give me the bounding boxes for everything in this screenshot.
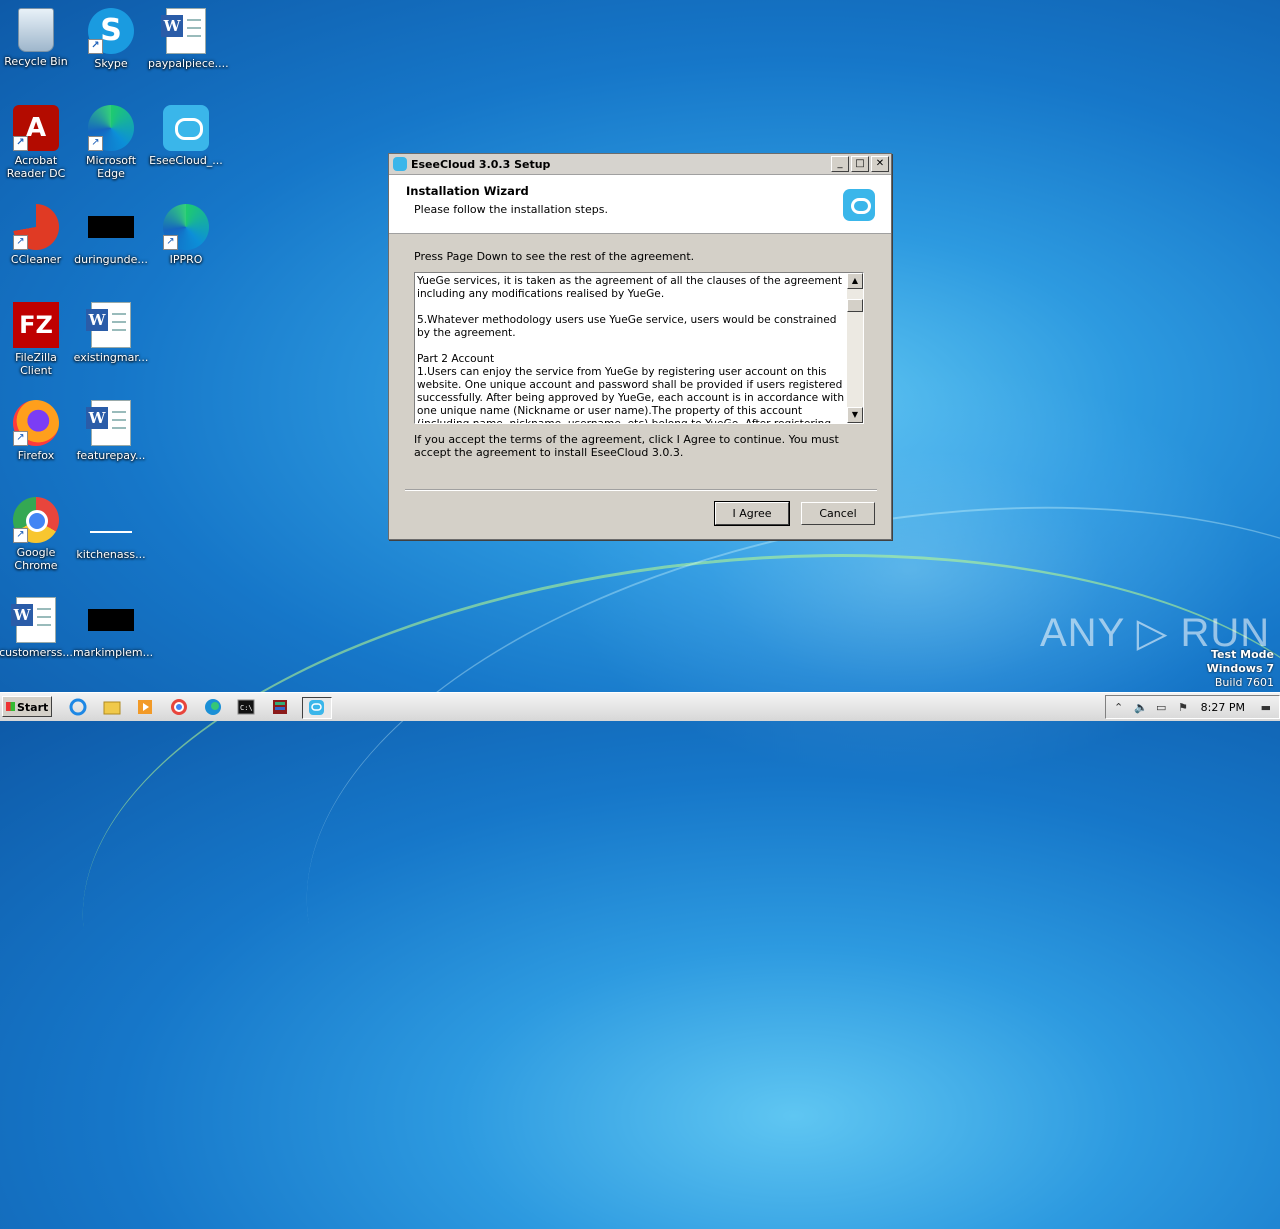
blank-file-icon [88, 609, 134, 631]
acrobat-icon: A ↗ [13, 105, 59, 151]
show-hidden-icons-icon[interactable]: ⌃ [1114, 701, 1123, 714]
edge-taskbar-icon[interactable] [203, 697, 225, 717]
eseecloud-logo-icon [843, 189, 875, 221]
taskbar: Start C:\ ⌃ 🔈 ▭ ⚑ 8:27 PM ▬ [0, 692, 1280, 721]
license-textbox[interactable]: YueGe services, it is taken as the agree… [414, 272, 864, 424]
desktop-icon-duringunde[interactable]: duringunde... [73, 204, 149, 266]
blank-file-icon [88, 216, 134, 238]
desktop-icon-skype[interactable]: S ↗ Skype [73, 8, 149, 70]
word-document-icon: W [86, 400, 131, 446]
desktop-icon-paypalpiece[interactable]: W paypalpiece.... [148, 8, 229, 70]
cancel-button[interactable]: Cancel [801, 502, 875, 525]
license-text: YueGe services, it is taken as the agree… [417, 275, 845, 424]
cmd-icon[interactable]: C:\ [236, 697, 258, 717]
desktop-icon-ccleaner[interactable]: ↗ CCleaner [0, 204, 74, 266]
system-tray: ⌃ 🔈 ▭ ⚑ 8:27 PM ▬ [1105, 695, 1280, 719]
instruction-text: Press Page Down to see the rest of the a… [414, 250, 695, 263]
scroll-down-icon[interactable]: ▼ [847, 407, 863, 423]
shortcut-arrow-icon: ↗ [13, 528, 28, 543]
close-button[interactable]: ✕ [871, 156, 889, 172]
shortcut-arrow-icon: ↗ [13, 431, 28, 446]
desktop-icon-featurepay[interactable]: W featurepay... [73, 400, 149, 462]
scroll-thumb[interactable] [847, 299, 863, 312]
scroll-up-icon[interactable]: ▲ [847, 273, 863, 289]
eseecloud-icon [163, 105, 209, 151]
chrome-icon: ↗ [13, 497, 59, 543]
eseecloud-app-icon [393, 157, 407, 171]
skype-icon: S ↗ [88, 8, 134, 54]
shortcut-arrow-icon: ↗ [163, 235, 178, 250]
word-document-icon: W [86, 302, 131, 348]
window-titlebar[interactable]: EseeCloud 3.0.3 Setup _ □ ✕ [389, 154, 891, 175]
filezilla-icon: FZ [13, 302, 59, 348]
desktop-icon-recycle-bin[interactable]: Recycle Bin [0, 8, 74, 68]
desktop-icon-eseecloud[interactable]: EseeCloud_... [148, 105, 224, 167]
clock[interactable]: 8:27 PM [1201, 701, 1245, 714]
desktop-icon-ippro[interactable]: ↗ IPPRO [148, 204, 224, 266]
shortcut-arrow-icon: ↗ [88, 136, 103, 151]
svg-text:C:\: C:\ [240, 704, 253, 712]
desktop-icon-markimplem[interactable]: markimplem... [73, 597, 153, 659]
wizard-title: Installation Wizard [406, 184, 529, 198]
desktop-icon-edge[interactable]: ↗ Microsoft Edge [73, 105, 149, 180]
shortcut-arrow-icon: ↗ [13, 235, 28, 250]
ccleaner-icon: ↗ [13, 204, 59, 250]
word-document-icon: W [11, 597, 56, 643]
shortcut-arrow-icon: ↗ [13, 136, 28, 151]
license-scrollbar[interactable]: ▲ ▼ [847, 273, 863, 423]
desktop-icon-customerss[interactable]: W customerss... [0, 597, 74, 659]
desktop-icon-existingmar[interactable]: W existingmar... [73, 302, 149, 364]
shortcut-arrow-icon: ↗ [88, 39, 103, 54]
volume-icon[interactable]: 🔈 [1134, 701, 1148, 714]
desktop-icon-acrobat[interactable]: A ↗ Acrobat Reader DC [0, 105, 74, 180]
setup-window: EseeCloud 3.0.3 Setup _ □ ✕ Installation… [388, 153, 892, 540]
internet-explorer-icon[interactable] [68, 697, 90, 717]
window-title: EseeCloud 3.0.3 Setup [411, 157, 551, 171]
explorer-folder-icon[interactable] [102, 697, 124, 717]
i-agree-button[interactable]: I Agree [714, 501, 790, 526]
desktop-icon-chrome[interactable]: ↗ Google Chrome [0, 497, 74, 572]
maximize-button[interactable]: □ [851, 156, 869, 172]
desktop-icon-kitchenass[interactable]: kitchenass... [73, 497, 149, 561]
footer-divider [405, 489, 877, 491]
media-player-icon[interactable] [135, 697, 157, 717]
show-desktop-icon[interactable]: ▬ [1261, 701, 1271, 714]
start-button[interactable]: Start [2, 696, 52, 717]
wizard-header: Installation Wizard Please follow the in… [389, 175, 891, 234]
action-center-flag-icon[interactable]: ⚑ [1178, 701, 1188, 714]
firefox-icon: ↗ [13, 400, 59, 446]
chrome-taskbar-icon[interactable] [169, 697, 191, 717]
winrar-icon[interactable] [270, 697, 292, 717]
wizard-subtitle: Please follow the installation steps. [414, 203, 608, 216]
minimize-button[interactable]: _ [831, 156, 849, 172]
recycle-bin-icon [18, 8, 54, 52]
ippro-icon: ↗ [163, 204, 209, 250]
eseecloud-setup-taskbar-icon[interactable] [302, 697, 332, 719]
network-icon[interactable]: ▭ [1156, 701, 1166, 714]
word-document-icon: W [161, 8, 206, 54]
edge-icon: ↗ [88, 105, 134, 151]
accept-note: If you accept the terms of the agreement… [414, 433, 839, 459]
test-mode-label: Test Mode Windows 7 Build 7601 [1206, 648, 1274, 689]
desktop-icon-firefox[interactable]: ↗ Firefox [0, 400, 74, 462]
desktop-icon-filezilla[interactable]: FZ FileZilla Client [0, 302, 74, 377]
blank-file-icon [90, 509, 132, 533]
